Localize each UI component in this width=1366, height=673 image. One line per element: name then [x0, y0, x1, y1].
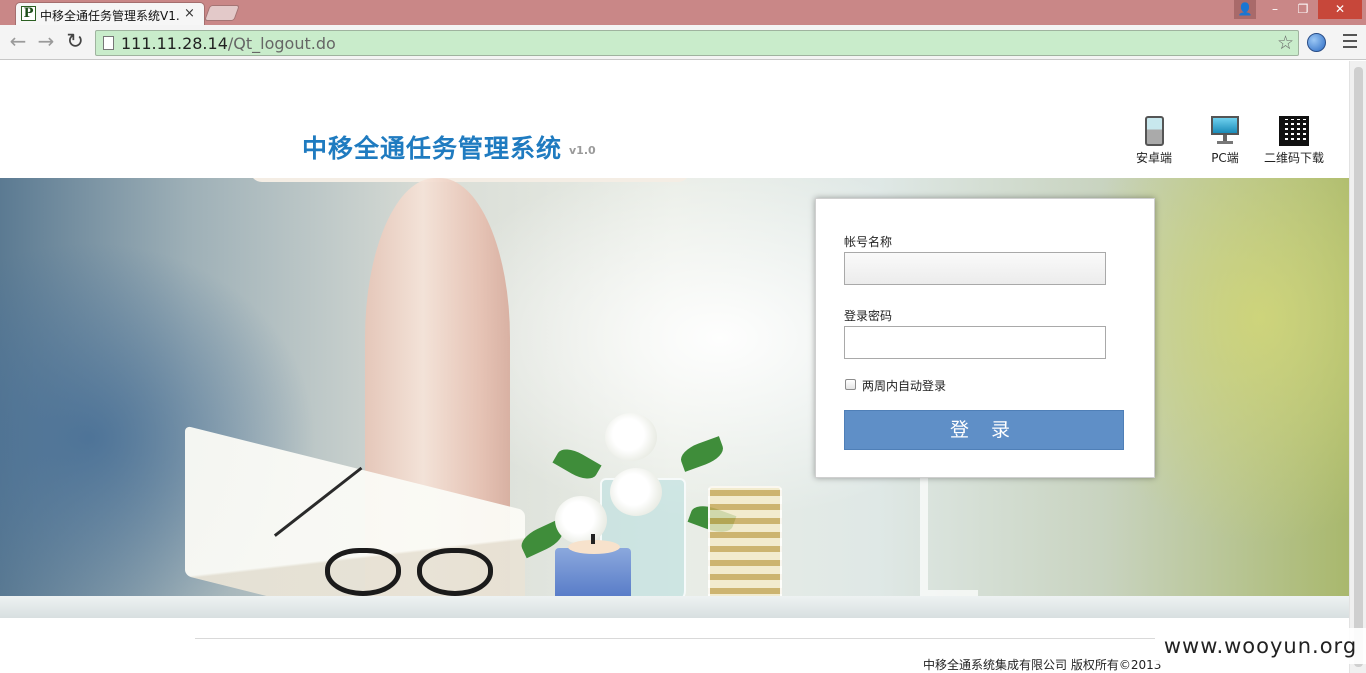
white-flower-decoration — [605, 413, 657, 461]
url-text[interactable]: 111.11.28.14/Qt_logout.do — [121, 34, 336, 53]
tab-close-icon[interactable]: × — [184, 6, 195, 21]
url-host: 111.11.28.14 — [121, 34, 228, 53]
candle-wick-decoration — [591, 534, 595, 544]
scrollbar-thumb[interactable] — [1354, 67, 1363, 667]
globe-extension-icon[interactable] — [1307, 33, 1326, 52]
white-flower-decoration — [555, 496, 607, 544]
vertical-scrollbar[interactable] — [1349, 61, 1366, 673]
leaf-decoration — [677, 436, 727, 472]
remember-me-label[interactable]: 两周内自动登录 — [862, 377, 946, 394]
page-content: 中移全通任务管理系统 v1.0 安卓端 PC端 二维码下载 帐号名称 登录密码 … — [0, 61, 1349, 673]
window-close-button[interactable]: ✕ — [1318, 0, 1362, 19]
pc-monitor-icon — [1211, 116, 1239, 146]
bookmark-star-icon[interactable]: ☆ — [1277, 32, 1294, 54]
page-icon — [103, 36, 114, 50]
browser-toolbar: ← → ↻ 111.11.28.14/Qt_logout.do ☆ — [0, 25, 1366, 60]
reload-icon[interactable]: ↻ — [64, 30, 86, 52]
username-input[interactable] — [844, 252, 1106, 285]
window-minimize-button[interactable]: – — [1263, 0, 1287, 19]
tab-title: 中移全通任务管理系统V1.0 — [40, 9, 180, 23]
site-favicon-icon: P — [21, 6, 36, 21]
window-maximize-button[interactable]: ❐ — [1290, 0, 1316, 19]
white-flower-decoration — [610, 468, 662, 516]
download-qr-label: 二维码下载 — [1263, 151, 1324, 165]
glass-cup-decoration — [708, 486, 782, 610]
address-bar[interactable]: 111.11.28.14/Qt_logout.do ☆ — [95, 30, 1299, 56]
lamp-shade-decoration — [250, 178, 690, 182]
watermark-text: www.wooyun.org — [1155, 628, 1366, 664]
browser-titlebar: P 中移全通任务管理系统V1.0 × 👤 – ❐ ✕ — [0, 0, 1366, 25]
remember-me-checkbox[interactable] — [845, 379, 856, 390]
login-button[interactable]: 登 录 — [844, 410, 1124, 450]
download-pc-link[interactable]: PC端 — [1205, 116, 1245, 166]
download-qr-link[interactable]: 二维码下载 — [1261, 116, 1327, 166]
qr-code-icon — [1279, 116, 1309, 146]
footer-divider — [195, 638, 1155, 639]
profile-user-icon[interactable]: 👤 — [1234, 0, 1256, 19]
username-label: 帐号名称 — [844, 235, 893, 249]
leaf-decoration — [552, 443, 602, 485]
password-label: 登录密码 — [844, 309, 893, 323]
back-arrow-icon[interactable]: ← — [7, 30, 29, 52]
download-android-label: 安卓端 — [1135, 151, 1172, 165]
page-title: 中移全通任务管理系统 — [302, 134, 563, 163]
table-decoration — [0, 596, 1349, 618]
version-label: v1.0 — [569, 144, 596, 157]
download-android-link[interactable]: 安卓端 — [1133, 116, 1175, 166]
copyright-text: 中移全通系统集成有限公司 版权所有©2013 — [923, 658, 1162, 672]
eyeglasses-decoration — [325, 548, 500, 600]
browser-menu-icon[interactable] — [1343, 34, 1357, 52]
password-input[interactable] — [844, 326, 1106, 359]
new-tab-button[interactable] — [204, 5, 240, 21]
download-pc-label: PC端 — [1211, 151, 1239, 165]
url-path: /Qt_logout.do — [227, 34, 336, 53]
forward-arrow-icon[interactable]: → — [35, 30, 57, 52]
browser-tab[interactable]: P 中移全通任务管理系统V1.0 × — [15, 2, 205, 25]
android-phone-icon — [1144, 116, 1164, 146]
login-form: 帐号名称 登录密码 两周内自动登录 登 录 — [815, 198, 1155, 478]
